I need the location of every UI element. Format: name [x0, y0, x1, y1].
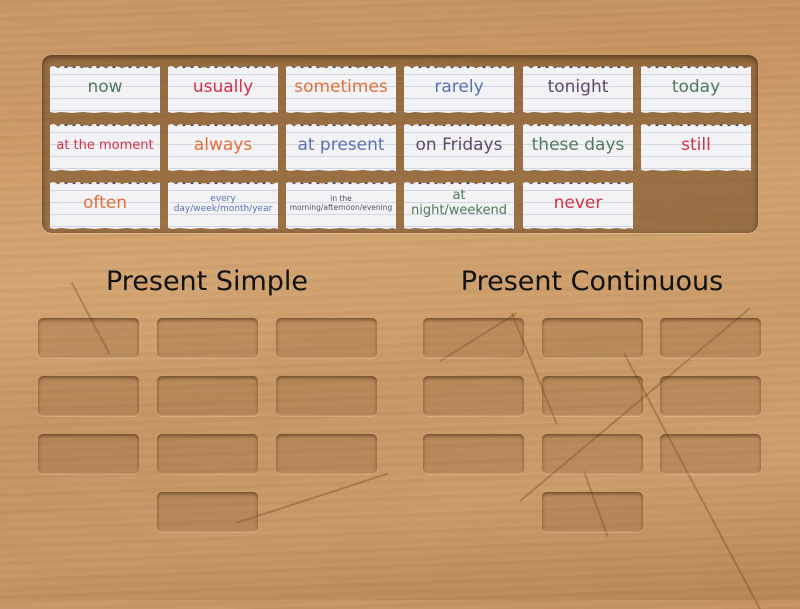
word-card[interactable]: these days: [523, 124, 633, 171]
word-card[interactable]: often: [50, 182, 160, 229]
drop-slot-present-continuous[interactable]: [423, 376, 524, 416]
word-card-label: tonight: [547, 77, 609, 98]
drop-slot-present-continuous[interactable]: [542, 492, 643, 532]
drop-slot-present-continuous[interactable]: [660, 434, 761, 474]
drop-slot-present-simple[interactable]: [157, 318, 258, 358]
word-card[interactable]: usually: [168, 66, 278, 113]
word-card-label: still: [681, 135, 711, 156]
word-card[interactable]: today: [641, 66, 751, 113]
drop-slot-present-simple[interactable]: [276, 318, 377, 358]
word-card-label: on Fridays: [415, 135, 503, 156]
drop-slot-present-simple[interactable]: [157, 376, 258, 416]
word-card-label: never: [553, 193, 603, 214]
drop-slot-present-continuous[interactable]: [423, 434, 524, 474]
word-card[interactable]: now: [50, 66, 160, 113]
drop-slot-present-continuous[interactable]: [660, 318, 761, 358]
word-card-label: now: [87, 77, 123, 98]
word-card[interactable]: always: [168, 124, 278, 171]
group-heading-present-simple: Present Simple: [105, 266, 309, 297]
word-card-label: at the moment: [56, 137, 154, 153]
word-card-label: these days: [531, 135, 625, 156]
word-card-label: every day/week/month/year: [173, 193, 273, 214]
word-card[interactable]: tonight: [523, 66, 633, 113]
drop-slot-present-simple[interactable]: [276, 434, 377, 474]
word-card-label: at present: [297, 135, 385, 156]
drop-slot-present-simple[interactable]: [157, 492, 258, 532]
drop-slot-present-continuous[interactable]: [542, 434, 643, 474]
word-card-label: in the morning/afternoon/evening: [289, 194, 393, 212]
word-card[interactable]: still: [641, 124, 751, 171]
drop-slot-present-continuous[interactable]: [423, 318, 524, 358]
word-card[interactable]: at night/weekend: [404, 182, 514, 229]
word-card[interactable]: never: [523, 182, 633, 229]
word-card[interactable]: at the moment: [50, 124, 160, 171]
drop-slot-present-simple[interactable]: [38, 434, 139, 474]
drop-slot-present-continuous[interactable]: [542, 318, 643, 358]
word-card-label: often: [83, 193, 127, 214]
word-card[interactable]: rarely: [404, 66, 514, 113]
word-card-label: rarely: [434, 77, 484, 98]
word-card-label: today: [671, 77, 721, 98]
word-card-label: at night/weekend: [410, 188, 507, 218]
word-card-label: sometimes: [294, 77, 388, 98]
word-card[interactable]: in the morning/afternoon/evening: [286, 182, 396, 229]
drop-slot-present-continuous[interactable]: [660, 376, 761, 416]
word-card[interactable]: at present: [286, 124, 396, 171]
group-heading-present-continuous: Present Continuous: [460, 266, 724, 297]
wood-scratch: [235, 472, 389, 524]
word-card[interactable]: every day/week/month/year: [168, 182, 278, 229]
drop-slot-present-simple[interactable]: [276, 376, 377, 416]
word-card-label: always: [193, 135, 253, 156]
word-card-label: usually: [192, 77, 254, 98]
drop-slot-present-simple[interactable]: [38, 318, 139, 358]
drop-slot-present-continuous[interactable]: [542, 376, 643, 416]
word-card[interactable]: sometimes: [286, 66, 396, 113]
word-card[interactable]: on Fridays: [404, 124, 514, 171]
drop-slot-present-simple[interactable]: [157, 434, 258, 474]
drop-slot-present-simple[interactable]: [38, 376, 139, 416]
